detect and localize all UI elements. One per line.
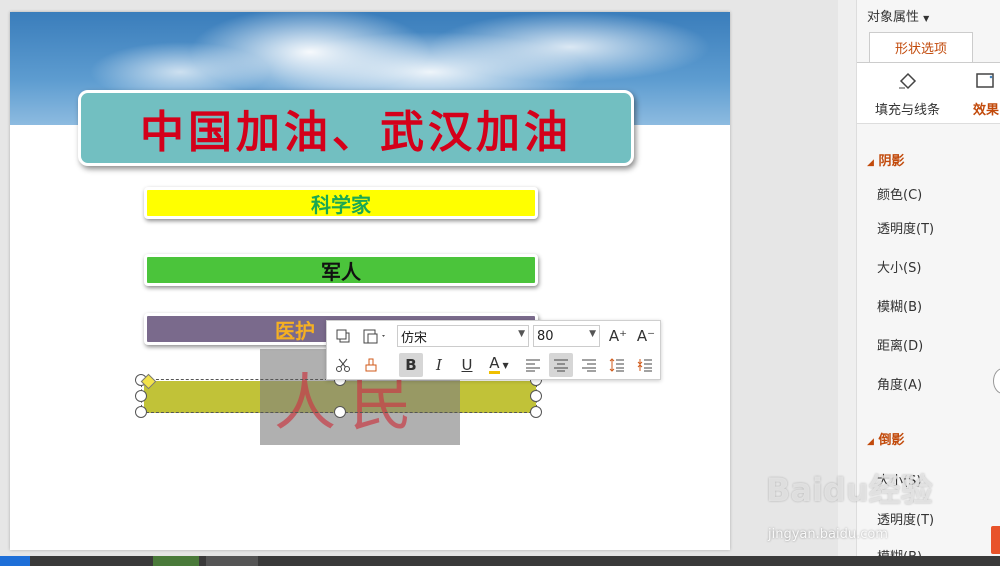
line-spacing-increase-button[interactable]	[605, 353, 629, 377]
section-label: 阴影	[878, 154, 905, 169]
copy-icon	[336, 329, 350, 343]
shadow-size-row[interactable]: 大小(S)	[877, 257, 921, 276]
font-size-select[interactable]: 80 ▼	[533, 325, 600, 347]
align-center-button[interactable]	[549, 353, 573, 377]
align-right-button[interactable]	[577, 353, 601, 377]
side-badge-icon[interactable]	[991, 526, 1000, 554]
paste-icon	[363, 329, 385, 344]
tab-shape-options[interactable]: 形状选项	[869, 32, 973, 62]
slide[interactable]: 中国加油、武汉加油 科学家 军人 医护 人民	[10, 12, 730, 550]
section-shadow[interactable]: ◢ 阴影	[867, 150, 904, 169]
paste-button[interactable]	[359, 325, 391, 347]
slide-title: 中国加油、武汉加油	[140, 107, 572, 158]
angle-dial[interactable]	[993, 368, 1000, 394]
chevron-down-icon: ▼	[502, 360, 509, 370]
font-color-button[interactable]: A ▼	[483, 353, 515, 377]
line-spacing-icon	[609, 358, 624, 372]
watermark-brand: Baidu经验	[766, 471, 933, 509]
font-name-select[interactable]: 仿宋 ▼	[397, 325, 529, 347]
collapse-triangle-icon: ◢	[867, 437, 874, 447]
line-spacing-icon	[637, 359, 652, 372]
bar-scientists[interactable]: 科学家	[144, 187, 538, 219]
chevron-down-icon: ▼	[518, 329, 525, 339]
format-painter-icon	[365, 358, 377, 372]
panel-title-text: 对象属性	[867, 10, 920, 25]
resize-handle-se[interactable]	[530, 406, 542, 418]
resize-handle-s[interactable]	[334, 406, 346, 418]
status-bar	[0, 556, 1000, 566]
font-color-icon: A	[489, 354, 500, 374]
sub-tabs: 填充与线条 效果	[857, 62, 1000, 124]
title-box[interactable]: 中国加油、武汉加油	[78, 90, 634, 166]
copy-button[interactable]	[331, 325, 355, 347]
reflection-transparency-row[interactable]: 透明度(T)	[877, 509, 934, 528]
taskbar-item[interactable]	[206, 556, 258, 566]
underline-icon: U	[461, 356, 473, 374]
subtab-fill-line[interactable]: 填充与线条	[875, 99, 940, 118]
italic-button[interactable]: I	[427, 353, 451, 377]
fill-line-icon	[899, 72, 917, 90]
underline-button[interactable]: U	[455, 353, 479, 377]
bold-icon: B	[405, 356, 417, 374]
scissors-icon	[336, 358, 350, 372]
align-left-button[interactable]	[521, 353, 545, 377]
bold-button[interactable]: B	[399, 353, 423, 377]
resize-handle-e[interactable]	[530, 390, 542, 402]
tab-label: 形状选项	[894, 42, 947, 57]
shrink-font-icon: A⁻	[636, 327, 656, 345]
format-painter-button[interactable]	[359, 353, 383, 377]
shadow-angle-row[interactable]: 角度(A)	[877, 374, 922, 393]
shadow-distance-row[interactable]: 距离(D)	[877, 335, 923, 354]
grow-font-button[interactable]: A⁺	[605, 325, 631, 347]
shadow-blur-row[interactable]: 模糊(B)	[877, 296, 922, 315]
mini-toolbar: 仿宋 ▼ 80 ▼ A⁺ A⁻ B I U A ▼	[326, 320, 661, 380]
italic-icon: I	[436, 356, 442, 374]
effect-icon	[976, 73, 994, 88]
align-left-icon	[526, 359, 540, 372]
taskbar-item[interactable]	[153, 556, 199, 566]
watermark-url: jingyan.baidu.com	[768, 527, 888, 542]
shrink-font-button[interactable]: A⁻	[633, 325, 659, 347]
font-size-value: 80	[537, 328, 554, 344]
panel-title[interactable]: 对象属性 ▼	[867, 6, 929, 25]
bar-label: 医护	[275, 318, 315, 343]
resize-handle-w[interactable]	[135, 390, 147, 402]
grow-font-icon: A⁺	[608, 327, 628, 345]
font-name-value: 仿宋	[401, 330, 428, 346]
canvas-area[interactable]: 中国加油、武汉加油 科学家 军人 医护 人民 仿宋 ▼ 80 ▼ A⁺ A⁻ B…	[0, 0, 838, 556]
bar-label: 科学家	[311, 192, 371, 217]
shadow-transparency-row[interactable]: 透明度(T)	[877, 218, 934, 237]
bar-label: 军人	[321, 259, 361, 284]
chevron-down-icon: ▼	[589, 329, 596, 339]
taskbar-item[interactable]	[0, 556, 30, 566]
bar-soldiers[interactable]: 军人	[144, 254, 538, 286]
resize-handle-sw[interactable]	[135, 406, 147, 418]
section-label: 倒影	[878, 433, 905, 448]
chevron-down-icon: ▼	[923, 14, 930, 23]
cut-button[interactable]	[331, 353, 355, 377]
shadow-color-row[interactable]: 颜色(C)	[877, 184, 922, 203]
section-reflection[interactable]: ◢ 倒影	[867, 429, 904, 448]
subtab-effect[interactable]: 效果	[973, 99, 999, 118]
align-center-icon	[554, 359, 568, 372]
line-spacing-decrease-button[interactable]	[633, 353, 657, 377]
collapse-triangle-icon: ◢	[867, 158, 874, 168]
align-right-icon	[582, 359, 596, 372]
